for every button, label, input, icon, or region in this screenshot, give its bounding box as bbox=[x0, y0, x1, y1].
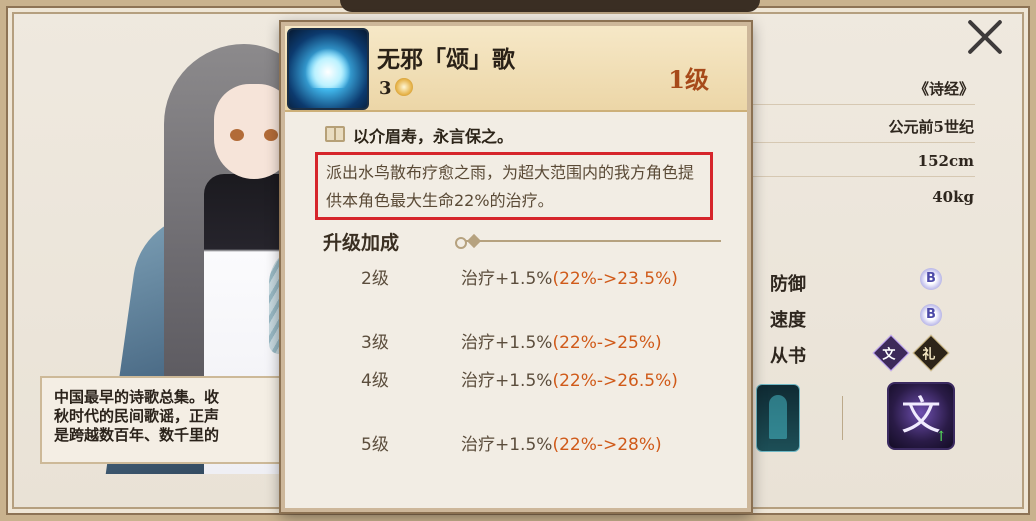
character-eye-right bbox=[264, 129, 278, 141]
series-tag-wen-label: 文 bbox=[882, 347, 896, 363]
skill-description: 派出水鸟散布疗愈之雨，为超大范围内的我方角色提供本角色最大生命22%的治疗。 bbox=[315, 152, 713, 220]
upgrade-level: 3级 bbox=[361, 333, 389, 353]
series-tag-li-label: 礼 bbox=[922, 347, 936, 363]
card-divider bbox=[842, 396, 843, 440]
upgrade-effect-value: 治疗+1.5% bbox=[461, 333, 553, 353]
skill-popup: 无邪「颂」歌 3 1级 以介眉寿，永言保之。 派出水鸟散布疗愈之雨，为超大范围内… bbox=[281, 22, 751, 512]
upgrade-change: (22%->23.5%) bbox=[552, 269, 678, 289]
info-divider bbox=[750, 176, 975, 177]
lore-line: 秋时代的民间歌谣，正声 bbox=[54, 407, 220, 425]
cost-icon bbox=[395, 78, 413, 96]
lore-line: 是跨越数百年、数千里的 bbox=[54, 426, 220, 444]
info-divider bbox=[750, 104, 975, 105]
upgrade-title: 升级加成 bbox=[323, 232, 400, 254]
info-source: 《诗经》 bbox=[913, 80, 974, 98]
skill-cost: 3 bbox=[379, 78, 392, 99]
info-weight: 40kg bbox=[932, 188, 974, 206]
frame-top-ornament bbox=[340, 0, 760, 12]
water-bird-skill-icon bbox=[287, 28, 369, 110]
upgrade-effect: 治疗+1.5%(22%->23.5%) bbox=[461, 264, 678, 289]
skill-quote: 以介眉寿，永言保之。 bbox=[353, 127, 514, 146]
defense-grade-icon: B bbox=[920, 268, 942, 290]
skill-header: 无邪「颂」歌 3 1级 bbox=[285, 26, 747, 112]
upgrade-effect-value: 治疗+1.5% bbox=[461, 435, 553, 455]
upgrade-effect: 治疗+1.5%(22%->25%) bbox=[461, 328, 662, 353]
upgrade-effect: 治疗+1.5%(22%->26.5%) bbox=[461, 366, 678, 391]
upgrade-effect: 治疗+1.5%(22%->28%) bbox=[461, 430, 662, 455]
upgrade-level: 5级 bbox=[361, 435, 389, 455]
info-era: 公元前5世纪 bbox=[888, 118, 974, 136]
linked-character-card[interactable] bbox=[756, 384, 800, 452]
close-button[interactable] bbox=[962, 14, 1008, 60]
upgrade-level: 4级 bbox=[361, 371, 389, 391]
character-eye-left bbox=[230, 129, 244, 141]
speed-label: 速度 bbox=[770, 310, 806, 331]
upgrade-change: (22%->28%) bbox=[552, 435, 662, 455]
upgrade-arrow-icon: ↑ bbox=[935, 429, 947, 445]
lore-box: 中国最早的诗歌总集。收 秋时代的民间歌谣，正声 是跨越数百年、数千里的 bbox=[40, 376, 285, 464]
upgrade-effect-value: 治疗+1.5% bbox=[461, 269, 553, 289]
lore-line: 中国最早的诗歌总集。收 bbox=[54, 388, 220, 406]
upgrade-change: (22%->26.5%) bbox=[552, 371, 678, 391]
series-label: 从书 bbox=[770, 346, 806, 367]
defense-label: 防御 bbox=[770, 274, 806, 295]
skill-name: 无邪「颂」歌 bbox=[377, 46, 515, 73]
info-height: 152cm bbox=[917, 152, 974, 170]
upgrade-change: (22%->25%) bbox=[552, 333, 662, 353]
book-icon bbox=[325, 126, 345, 142]
info-divider bbox=[750, 142, 975, 143]
wen-upgrade-card[interactable]: 文 ↑ bbox=[887, 382, 955, 450]
upgrade-effect-value: 治疗+1.5% bbox=[461, 371, 553, 391]
upgrade-level: 2级 bbox=[361, 269, 389, 289]
skill-level: 1级 bbox=[668, 65, 709, 94]
speed-grade-icon: B bbox=[920, 304, 942, 326]
upgrade-divider bbox=[455, 237, 721, 249]
